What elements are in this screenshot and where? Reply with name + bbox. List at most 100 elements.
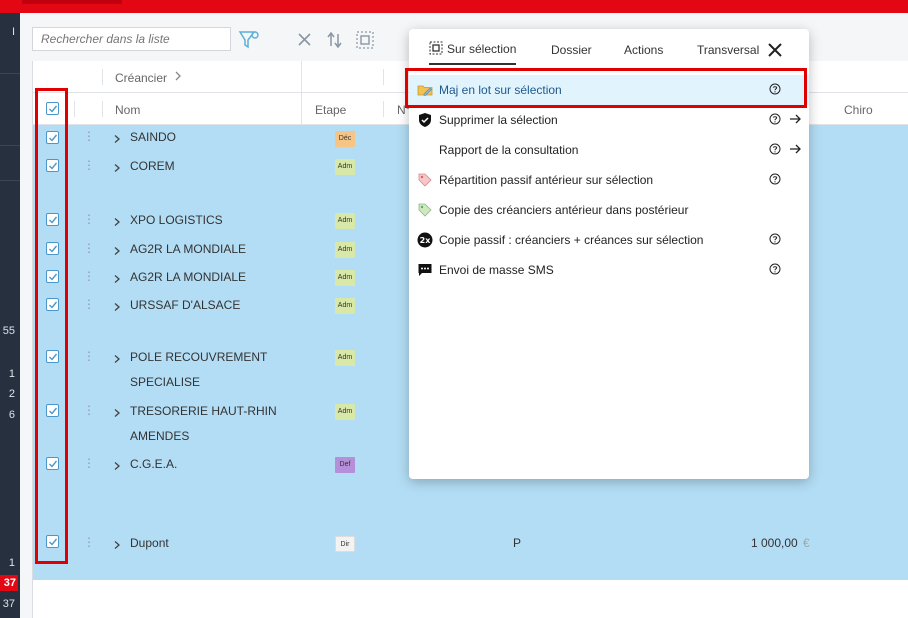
nav-count[interactable]: 1 (9, 368, 15, 380)
nav-count[interactable]: 55 (3, 325, 15, 337)
expand-icon[interactable] (113, 407, 121, 421)
nav-count[interactable]: I (12, 26, 15, 38)
help-icon[interactable] (769, 143, 781, 155)
column-chiro[interactable]: Chiro (844, 103, 873, 117)
etape-badge: Adm (335, 298, 355, 314)
row-name: AG2R LA MONDIALE (130, 242, 247, 256)
search-input[interactable] (32, 27, 231, 51)
menu-item-label: Répartition passif antérieur sur sélecti… (439, 173, 654, 187)
nav-divider (0, 145, 20, 146)
arrow-right-icon[interactable] (789, 113, 801, 125)
expand-icon[interactable] (113, 133, 121, 147)
menu-item-label: Rapport de la consultation (439, 143, 579, 157)
row-menu-icon[interactable]: ⋮ (83, 270, 95, 282)
menu-item-label: Envoi de masse SMS (439, 263, 554, 277)
row-col-p: P (513, 536, 522, 550)
column-divider (301, 93, 302, 125)
tab-transversal[interactable]: Transversal (697, 43, 759, 57)
menu-item-copie-passif[interactable]: 2x Copie passif : créanciers + créances … (409, 225, 809, 255)
menu-item-sms[interactable]: Envoi de masse SMS (409, 255, 809, 285)
top-bar-segment (22, 0, 122, 4)
row-name: COREM (130, 159, 175, 173)
select-icon[interactable] (354, 29, 376, 51)
arrow-right-icon[interactable] (789, 143, 801, 155)
tab-sur-selection[interactable]: Sur sélection (429, 41, 517, 65)
nav-badge[interactable]: 37 (0, 575, 18, 591)
help-icon[interactable] (769, 113, 781, 125)
filter-icon[interactable] (238, 29, 260, 51)
nav-count[interactable]: 37 (3, 598, 15, 610)
top-bar (0, 0, 908, 13)
help-icon[interactable] (769, 173, 781, 185)
column-divider (102, 101, 103, 117)
row-menu-icon[interactable]: ⋮ (83, 350, 95, 362)
expand-icon[interactable] (113, 273, 121, 287)
column-divider (301, 61, 302, 93)
tag-icon (417, 172, 433, 188)
row-amount: 1 000,00 (751, 536, 798, 550)
clear-icon[interactable] (294, 29, 316, 51)
column-divider (74, 101, 75, 117)
checkbox-column-highlight (35, 88, 68, 564)
row-menu-icon[interactable]: ⋮ (83, 536, 95, 548)
expand-icon[interactable] (113, 301, 121, 315)
row-name: POLE RECOUVREMENT (130, 350, 268, 364)
column-name[interactable]: Nom (115, 103, 140, 117)
expand-icon[interactable] (113, 539, 121, 553)
menu-item-label: Copie des créanciers antérieur dans post… (439, 203, 689, 217)
expand-icon[interactable] (113, 353, 121, 367)
chevron-right-icon[interactable] (174, 70, 182, 85)
sms-icon (417, 262, 433, 278)
tab-dossier[interactable]: Dossier (551, 43, 592, 57)
nav-count[interactable]: 2 (9, 388, 15, 400)
etape-badge: Déc (335, 131, 355, 147)
row-name: Dupont (130, 536, 169, 550)
double-icon: 2x (417, 232, 433, 248)
row-menu-icon[interactable]: ⋮ (83, 298, 95, 310)
menu-item-highlight (405, 68, 807, 108)
expand-icon[interactable] (113, 216, 121, 230)
column-etape[interactable]: Etape (315, 103, 346, 117)
row-menu-icon[interactable]: ⋮ (83, 404, 95, 416)
close-icon[interactable] (767, 42, 783, 58)
tab-actions[interactable]: Actions (624, 43, 663, 57)
sort-icon[interactable] (324, 29, 346, 51)
help-icon[interactable] (769, 233, 781, 245)
euro-icon: € (803, 536, 810, 550)
row-name-line2: SPECIALISE (130, 375, 201, 389)
row-name: AG2R LA MONDIALE (130, 270, 247, 284)
menu-item-label: Supprimer la sélection (439, 113, 558, 127)
row-menu-icon[interactable]: ⋮ (83, 457, 95, 469)
row-menu-icon[interactable]: ⋮ (83, 242, 95, 254)
expand-icon[interactable] (113, 460, 121, 474)
menu-item-repartition[interactable]: Répartition passif antérieur sur sélecti… (409, 165, 809, 195)
row-name: XPO LOGISTICS (130, 213, 223, 227)
row-name: URSSAF D'ALSACE (130, 298, 241, 312)
help-icon[interactable] (769, 263, 781, 275)
column-divider (383, 101, 384, 117)
double-icon-text: 2x (420, 236, 432, 245)
etape-badge: Adm (335, 213, 355, 229)
group-header-label[interactable]: Créancier (115, 71, 167, 85)
nav-count[interactable]: 6 (9, 409, 15, 421)
row-menu-icon[interactable]: ⋮ (83, 213, 95, 225)
row-menu-icon[interactable]: ⋮ (83, 130, 95, 142)
etape-badge: Adm (335, 270, 355, 286)
row-name: TRESORERIE HAUT-RHIN (130, 404, 277, 418)
menu-item-copie-creanciers[interactable]: Copie des créanciers antérieur dans post… (409, 195, 809, 225)
select-icon (429, 41, 443, 55)
menu-item-rapport[interactable]: Rapport de la consultation (409, 135, 809, 165)
etape-badge: Def (335, 457, 355, 473)
left-nav: I 55 1 2 6 1 37 37 (0, 13, 20, 618)
expand-icon[interactable] (113, 162, 121, 176)
nav-count[interactable]: 1 (9, 557, 15, 569)
shield-icon (417, 112, 433, 128)
row-menu-icon[interactable]: ⋮ (83, 159, 95, 171)
nav-divider (0, 73, 20, 74)
expand-icon[interactable] (113, 245, 121, 259)
row-name: C.G.E.A. (130, 457, 178, 471)
row-name: SAINDO (130, 130, 177, 144)
column-divider (102, 69, 103, 85)
etape-badge: Adm (335, 159, 355, 175)
menu-item-supprimer[interactable]: Supprimer la sélection (409, 105, 809, 135)
